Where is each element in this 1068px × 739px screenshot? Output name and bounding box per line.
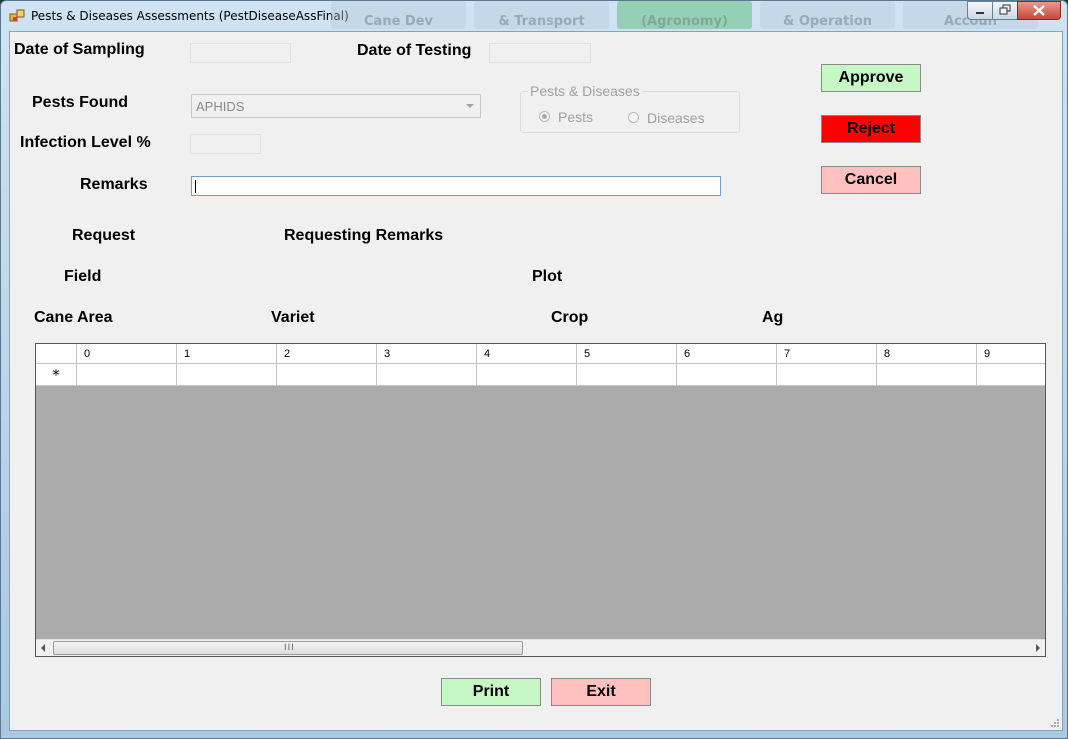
date-of-sampling-label: Date of Sampling [14,41,145,58]
minimize-icon [976,12,984,14]
radio-pests-label: Pests [558,109,594,125]
grid-cell[interactable] [476,364,576,386]
print-button[interactable]: Print [441,678,541,706]
remarks-label: Remarks [80,176,148,193]
chevron-down-icon [466,104,474,108]
window-title: Pests & Diseases Assessments (PestDiseas… [31,9,349,23]
crop-label: Crop [551,309,589,326]
field-label: Field [64,268,102,285]
approve-button[interactable]: Approve [821,64,921,92]
grid-cell[interactable] [776,364,876,386]
bg-tab: Cane Dev [331,1,466,29]
resize-grip-icon[interactable] [1050,718,1060,728]
grid-new-row[interactable]: * [36,364,1045,386]
scroll-grip: III [284,643,295,653]
maximize-button[interactable] [992,1,1018,20]
grid-cell[interactable] [876,364,976,386]
close-icon [1033,5,1045,16]
title-bar[interactable]: Pests & Diseases Assessments (PestDiseas… [1,1,1067,31]
bg-tab: & Transport [474,1,609,29]
text-caret [195,180,196,193]
column-header[interactable]: 1 [176,344,276,364]
infection-level-field[interactable] [190,134,261,154]
grid-header-row: 0 1 2 3 4 5 6 7 8 9 [36,344,1045,364]
column-header[interactable]: 0 [76,344,176,364]
bg-tab: & Operation [760,1,895,29]
grid-cell[interactable] [976,364,1045,386]
data-grid[interactable]: 0 1 2 3 4 5 6 7 8 9 * III [35,343,1046,657]
variet-label: Variet [271,309,315,326]
horizontal-scrollbar[interactable]: III [36,639,1045,656]
ag-label: Ag [762,309,784,326]
radio-diseases-label: Diseases [647,110,705,126]
bg-tab: (Agronomy) [617,1,752,29]
cane-area-label: Cane Area [34,309,113,326]
scroll-right-icon[interactable] [1036,644,1040,652]
column-header[interactable]: 4 [476,344,576,364]
grid-cell[interactable] [676,364,776,386]
pests-found-value: APHIDS [196,99,245,114]
background-window-tabs: Cane Dev & Transport (Agronomy) & Operat… [331,1,1038,31]
plot-label: Plot [532,268,563,285]
column-header[interactable]: 2 [276,344,376,364]
grid-cell[interactable] [76,364,176,386]
form-client-area: Date of Sampling Date of Testing Pests F… [9,31,1063,731]
reject-button[interactable]: Reject [821,115,921,143]
exit-button[interactable]: Exit [551,678,651,706]
close-button[interactable] [1017,1,1061,20]
column-header[interactable]: 5 [576,344,676,364]
requesting-remarks-label: Requesting Remarks [284,227,444,244]
column-header[interactable]: 9 [976,344,1045,364]
date-of-testing-field[interactable] [489,43,591,63]
cancel-button[interactable]: Cancel [821,166,921,194]
grid-cell[interactable] [376,364,476,386]
grid-cell[interactable] [276,364,376,386]
date-of-sampling-field[interactable] [190,43,291,63]
radio-checked-icon [539,111,550,122]
minimize-button[interactable] [967,1,993,20]
pests-found-label: Pests Found [32,94,129,111]
date-of-testing-label: Date of Testing [357,42,472,59]
scroll-left-icon[interactable] [41,644,45,652]
new-row-marker: * [36,364,76,386]
radio-unchecked-icon [628,112,639,123]
group-title: Pests & Diseases [528,83,642,99]
caption-buttons [967,1,1061,20]
column-header[interactable]: 6 [676,344,776,364]
app-window: Pests & Diseases Assessments (PestDiseas… [0,0,1068,739]
infection-level-label: Infection Level % [20,134,151,151]
grid-cell[interactable] [176,364,276,386]
request-label: Request [72,227,136,244]
grid-cell[interactable] [576,364,676,386]
grid-corner-cell[interactable] [36,344,76,364]
column-header[interactable]: 8 [876,344,976,364]
column-header[interactable]: 7 [776,344,876,364]
pests-found-dropdown[interactable]: APHIDS [191,94,481,118]
pests-diseases-group: Pests & Diseases Pests Diseases [520,83,740,133]
restore-icon [999,4,1011,15]
remarks-input[interactable] [191,176,721,196]
scroll-thumb[interactable]: III [53,641,523,655]
app-icon [9,9,25,22]
column-header[interactable]: 3 [376,344,476,364]
